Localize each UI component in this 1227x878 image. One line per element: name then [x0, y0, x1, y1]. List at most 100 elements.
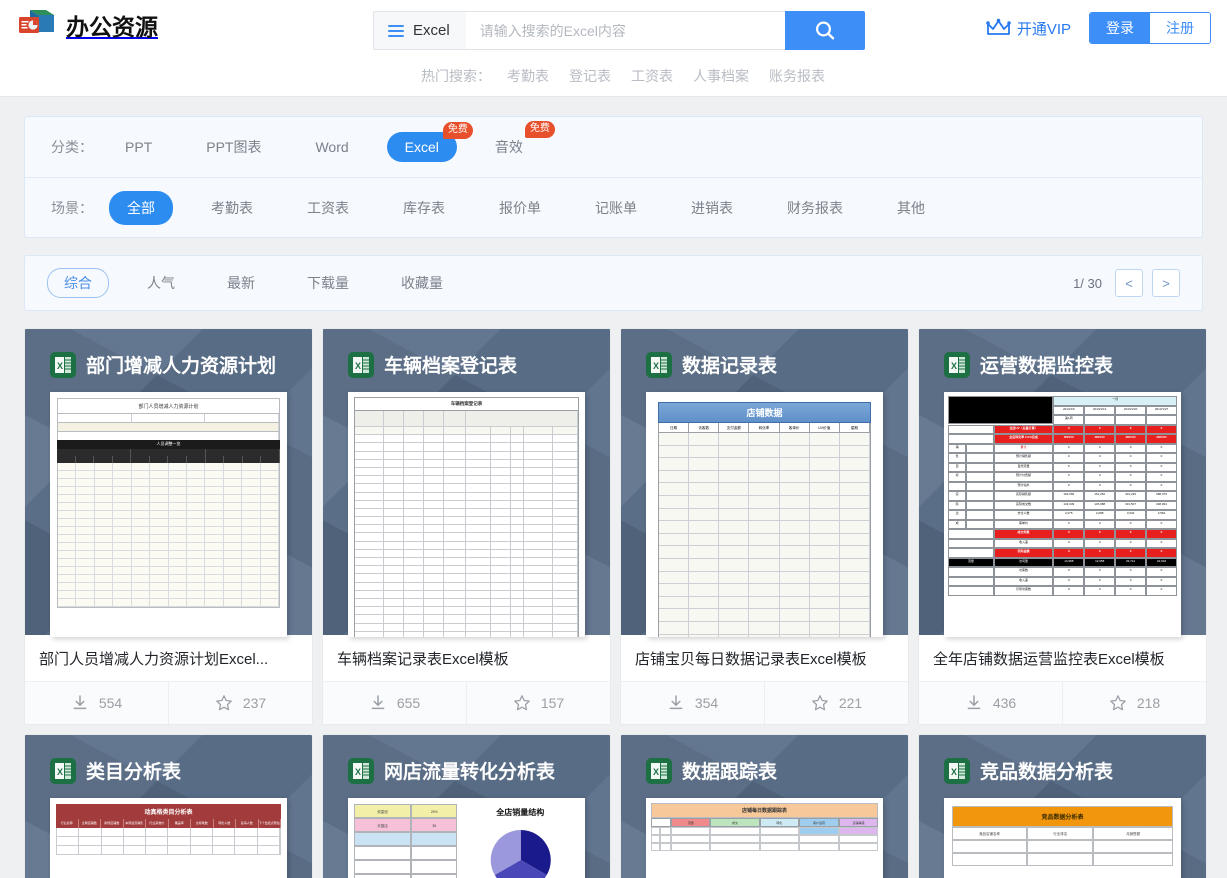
sort-tab-popularity[interactable]: 人气 — [133, 268, 189, 298]
label: PPT图表 — [206, 139, 262, 155]
date-col-0: 2013/1/6 — [1053, 405, 1085, 415]
label: Excel — [404, 139, 439, 155]
excel-icon: X — [944, 351, 970, 378]
star-icon — [811, 695, 828, 711]
scene-filter-kucun[interactable]: 库存表 — [387, 192, 461, 224]
scene-filter-qita[interactable]: 其他 — [881, 192, 941, 224]
category-filter-word[interactable]: Word — [299, 133, 364, 161]
scene-filter-jizhang[interactable]: 记账单 — [579, 192, 653, 224]
category-filter-row: 分类： PPT PPT图表 Word Excel 免费 音效 免费 — [25, 117, 1202, 177]
card-thumbnail: X 部门增减人力资源计划 部门人员增减人力资源计划 人员调整一览 — [25, 329, 312, 637]
sheet-preview: 动真格类目分析表 行业名称 全网店铺数 新增店铺数 本周最高销售 行业基准价 覆… — [50, 798, 287, 878]
header-actions: 开通VIP 登录 注册 — [986, 12, 1211, 44]
search-category-selector[interactable]: Excel — [373, 11, 466, 50]
template-card[interactable]: X 数据记录表 店铺数据 日期 访客数 支付金额 转化率 客单价 UV价值 星期 — [620, 328, 909, 725]
category-filter-ppt[interactable]: PPT — [109, 133, 168, 161]
card-thumbnail: X 数据跟踪表 店铺每日数据跟踪表 流量 成交 转化 客户运营 店铺等级 — [621, 735, 908, 878]
scene-filter-baojia[interactable]: 报价单 — [483, 192, 557, 224]
sort-tab-favorites[interactable]: 收藏量 — [387, 268, 457, 298]
prev-page-button[interactable]: < — [1115, 269, 1143, 297]
free-badge: 免费 — [442, 122, 473, 139]
download-stat: 354 — [621, 682, 764, 724]
sheet-preview: 车辆档案登记表 — [348, 392, 585, 637]
preview-sheet-title: 店铺数据 — [658, 402, 871, 423]
download-count: 554 — [98, 695, 123, 711]
preview-black-band: 人员调整一览 — [57, 440, 280, 449]
col-4: 客单价 — [780, 423, 810, 432]
excel-icon: X — [348, 757, 374, 784]
favorite-count: 218 — [1136, 695, 1161, 711]
site-logo[interactable]: 办公资源 — [16, 8, 158, 42]
thumb-header: X 数据跟踪表 — [646, 757, 883, 784]
template-card[interactable]: X 网店流量转化分析表 双皇冠 25% 天猫店 38 全店销量结构 — [322, 734, 611, 878]
menu-icon — [388, 22, 404, 40]
preview-chart-title: 全店销量结构 — [496, 808, 545, 817]
col-4: 行业基准价 — [146, 819, 169, 828]
red-row-2: 累计 — [993, 443, 1054, 453]
template-card[interactable]: X 运营数据监控表 一月 2013/1/6 2013/1/13 2013/1/2… — [918, 328, 1207, 725]
col-2: 月销售额 — [1093, 827, 1173, 840]
svg-text:X: X — [57, 767, 63, 777]
preview-sheet-title: 部门人员增减人力资源计划 — [57, 398, 280, 413]
category-filter-excel[interactable]: Excel 免费 — [386, 122, 473, 162]
search-bar: Excel — [373, 11, 865, 50]
scene-filter-all[interactable]: 全部 — [109, 190, 173, 225]
search-input[interactable] — [465, 11, 785, 50]
sort-tab-downloads[interactable]: 下载量 — [293, 268, 363, 298]
favorite-count: 221 — [838, 695, 863, 711]
svg-text:X: X — [355, 767, 361, 777]
sheet-preview: 竞品数据分析表 竞品店铺名称 行业排名 月销售额 — [944, 798, 1181, 878]
sort-tab-newest[interactable]: 最新 — [213, 268, 269, 298]
excel-icon: X — [646, 757, 672, 784]
star-icon — [1109, 695, 1126, 711]
crown-icon — [986, 18, 1011, 35]
col-1: 全网店铺数 — [79, 819, 101, 828]
thumb-title: 数据记录表 — [682, 356, 778, 377]
red-row-1: 全店转化率 2.0%完成 — [993, 434, 1054, 444]
date-col-3: 2013/1/27 — [1146, 405, 1177, 415]
vip-link[interactable]: 开通VIP — [986, 18, 1071, 39]
col-6: 交易笔数 — [191, 819, 214, 828]
scene-filter-kaoqin[interactable]: 考勤表 — [195, 192, 269, 224]
hot-search-item-4[interactable]: 账务报表 — [769, 66, 825, 86]
logo-text: 办公资源 — [66, 14, 158, 40]
next-page-button[interactable]: > — [1152, 269, 1180, 297]
register-button[interactable]: 注册 — [1150, 13, 1210, 43]
hot-search-item-2[interactable]: 工资表 — [631, 66, 673, 86]
hot-search-item-0[interactable]: 考勤表 — [507, 66, 549, 86]
login-button[interactable]: 登录 — [1090, 13, 1150, 43]
template-card[interactable]: X 部门增减人力资源计划 部门人员增减人力资源计划 人员调整一览 部门人员增减人… — [24, 328, 313, 725]
template-card[interactable]: X 类目分析表 动真格类目分析表 行业名称 全网店铺数 新增店铺数 本周最高销售… — [24, 734, 313, 878]
svg-text:X: X — [653, 767, 659, 777]
template-card[interactable]: X 竞品数据分析表 竞品数据分析表 竞品店铺名称 行业排名 月销售额 竞品数据分… — [918, 734, 1207, 878]
scene-filter-caiwu[interactable]: 财务报表 — [771, 192, 859, 224]
col-9: 下个监控点预估占比 — [258, 819, 281, 834]
preview-group-headers: 流量 成交 转化 客户运营 店铺等级 — [651, 818, 878, 827]
scene-filter-gongzi[interactable]: 工资表 — [291, 192, 365, 224]
col-7: 转化人数 — [214, 819, 236, 828]
template-grid: X 部门增减人力资源计划 部门人员增减人力资源计划 人员调整一览 部门人员增减人… — [24, 328, 1207, 878]
group-4: 店铺等级 — [839, 818, 878, 827]
search-button[interactable] — [785, 11, 865, 50]
scene-filter-jinxiao[interactable]: 进销表 — [675, 192, 749, 224]
sort-tab-comprehensive[interactable]: 综合 — [47, 268, 109, 298]
svg-text:X: X — [355, 361, 361, 371]
card-title: 店铺宝贝每日数据记录表Excel模板 — [621, 635, 908, 682]
col-2: 新增店铺数 — [101, 819, 124, 828]
vip-label: 开通VIP — [1016, 20, 1071, 38]
preview-column-headers: 行业名称 全网店铺数 新增店铺数 本周最高销售 行业基准价 覆盖率 交易笔数 转… — [56, 819, 281, 834]
red-row-0: 全店UV（总量计算） — [993, 424, 1054, 434]
excel-icon: X — [348, 351, 374, 378]
category-filter-ppt-chart[interactable]: PPT图表 — [190, 131, 277, 163]
group-0: 流量 — [671, 818, 710, 827]
card-stats: 354 221 — [621, 682, 908, 724]
download-count: 436 — [992, 695, 1017, 711]
label: Word — [315, 139, 349, 155]
template-card[interactable]: X 数据跟踪表 店铺每日数据跟踪表 流量 成交 转化 客户运营 店铺等级 — [620, 734, 909, 878]
hot-search-item-3[interactable]: 人事档案 — [693, 66, 749, 86]
template-card[interactable]: X 车辆档案登记表 车辆档案登记表 车辆档案记录表Excel模板 655 157 — [322, 328, 611, 725]
category-filter-audio[interactable]: 音效 免费 — [479, 121, 555, 163]
card-title: 部门人员增减人力资源计划Excel... — [25, 635, 312, 682]
hot-search-item-1[interactable]: 登记表 — [569, 66, 611, 86]
sheet-preview: 一月 2013/1/6 2013/1/13 2013/1/20 2013/1/2… — [944, 392, 1181, 637]
